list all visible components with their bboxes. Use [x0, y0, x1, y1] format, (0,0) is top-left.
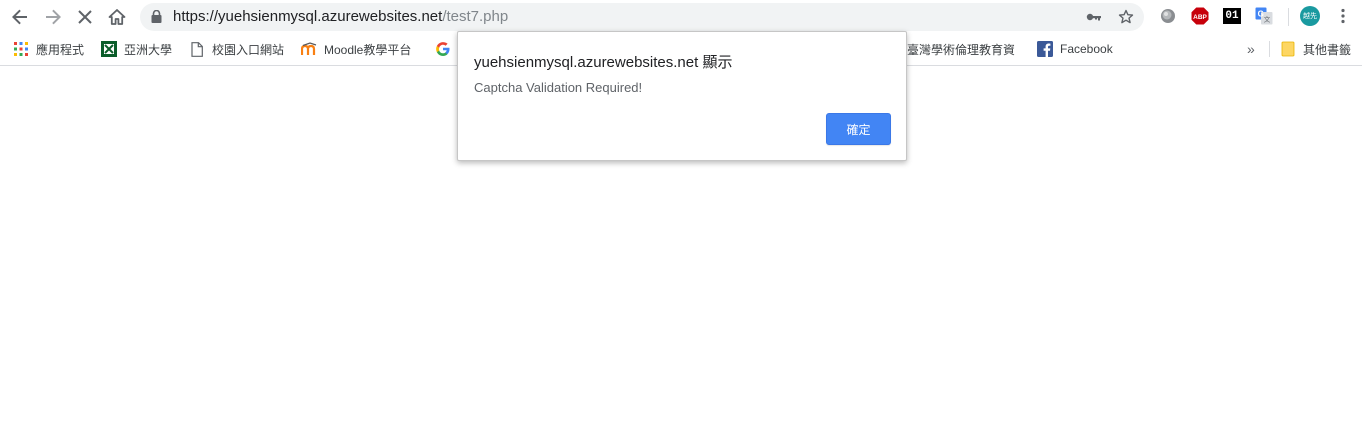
- url-text: https://yuehsienmysql.azurewebsites.net/…: [173, 8, 508, 26]
- globe-icon: [1161, 9, 1175, 23]
- bookmark-facebook[interactable]: Facebook: [1037, 40, 1113, 58]
- bookmark-campus-portal[interactable]: 校園入口網站: [189, 40, 284, 58]
- bookmark-label: 其他書籤: [1303, 42, 1352, 57]
- forward-button[interactable]: [40, 4, 66, 30]
- more-vert-icon: [1341, 8, 1345, 24]
- dialog-message: Captcha Validation Required!: [474, 80, 643, 95]
- lock-icon: [151, 10, 162, 23]
- asia-university-icon: [101, 41, 117, 57]
- bookmarks-overflow-button[interactable]: »: [1247, 40, 1255, 58]
- apps-grid-icon: [13, 41, 29, 57]
- close-icon: [78, 10, 92, 24]
- ext-01-icon: 01: [1223, 8, 1241, 24]
- url-path: /test7.php: [442, 8, 509, 25]
- bookmark-label: 校園入口網站: [212, 42, 285, 57]
- double-chevron-icon: »: [1247, 41, 1255, 57]
- profile-avatar-button[interactable]: 越先: [1300, 6, 1320, 26]
- bookmarks-divider: [1269, 41, 1270, 57]
- svg-text:文: 文: [1264, 15, 1271, 24]
- toolbar-divider: [1288, 8, 1289, 26]
- passwords-key-button[interactable]: [1084, 7, 1104, 27]
- back-arrow-icon: [12, 9, 27, 25]
- adblock-plus-button[interactable]: ABP: [1190, 6, 1210, 26]
- bookmark-moodle[interactable]: Moodle教學平台: [301, 40, 411, 58]
- bookmark-label: Facebook: [1060, 42, 1113, 56]
- bookmark-google[interactable]: [435, 40, 458, 58]
- page-icon: [189, 41, 205, 57]
- url-host: https://yuehsienmysql.azurewebsites.net: [173, 8, 443, 25]
- star-icon: [1118, 9, 1134, 24]
- bookmark-label: 亞洲大學: [124, 42, 173, 57]
- home-icon: [108, 9, 126, 25]
- bookmark-academic-ethics[interactable]: 臺灣學術倫理教育資: [907, 40, 1015, 58]
- bookmark-apps[interactable]: 應用程式: [13, 40, 84, 58]
- back-button[interactable]: [7, 4, 33, 30]
- home-button[interactable]: [104, 4, 130, 30]
- ok-button[interactable]: 確定: [826, 113, 891, 145]
- stop-button[interactable]: [72, 4, 98, 30]
- bookmark-asia-university[interactable]: 亞洲大學: [101, 40, 172, 58]
- facebook-icon: [1037, 41, 1053, 57]
- extension-globe-button[interactable]: [1158, 6, 1178, 26]
- dialog-title: yuehsienmysql.azurewebsites.net 顯示: [474, 54, 733, 71]
- abp-text: ABP: [1193, 14, 1207, 21]
- forward-arrow-icon: [46, 9, 61, 25]
- adblock-plus-icon: ABP: [1191, 7, 1209, 25]
- alert-dialog: yuehsienmysql.azurewebsites.net 顯示 Captc…: [457, 31, 907, 161]
- address-bar[interactable]: https://yuehsienmysql.azurewebsites.net/…: [140, 3, 1144, 31]
- bookmark-star-button[interactable]: [1116, 7, 1136, 27]
- moodle-icon: [301, 41, 317, 57]
- avatar-initials: 越先: [1303, 12, 1317, 20]
- extension-01-button[interactable]: 01: [1222, 6, 1242, 26]
- bookmark-label: 應用程式: [36, 42, 85, 57]
- bookmark-label: Moodle教學平台: [324, 42, 412, 57]
- google-icon: [435, 41, 451, 57]
- google-translate-button[interactable]: G文: [1254, 6, 1274, 26]
- folder-icon: [1280, 41, 1296, 57]
- translate-icon: G文: [1255, 7, 1273, 25]
- ext-01-text: 01: [1225, 10, 1239, 22]
- bookmark-other-folder[interactable]: 其他書籤: [1280, 40, 1351, 58]
- avatar: 越先: [1300, 6, 1320, 26]
- bookmark-label: 臺灣學術倫理教育資: [907, 42, 1016, 57]
- key-icon: [1086, 13, 1101, 21]
- chrome-menu-button[interactable]: [1333, 6, 1353, 26]
- browser-toolbar: https://yuehsienmysql.azurewebsites.net/…: [0, 0, 1362, 33]
